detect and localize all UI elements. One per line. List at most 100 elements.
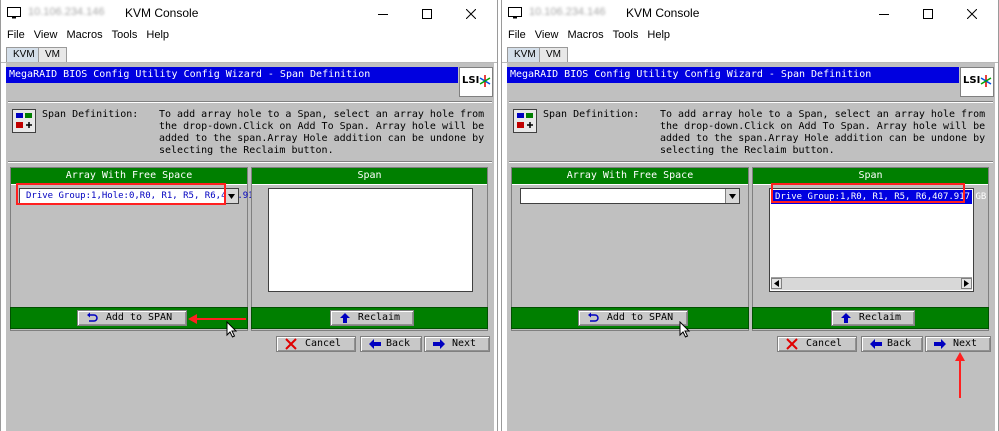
lsi-logo: LSI (459, 67, 493, 97)
reclaim-label: Reclaim (858, 312, 902, 323)
reclaim-button[interactable]: Reclaim (831, 310, 915, 326)
window-title: KVM Console (125, 6, 199, 20)
tab-vm[interactable]: VM (539, 47, 568, 62)
kvm-console-window-right: 10.106.234.146 KVM Console File View Mac… (501, 0, 999, 431)
add-to-span-label: Add to SPAN (105, 312, 173, 323)
next-button[interactable]: Next (424, 336, 490, 352)
menu-tools[interactable]: Tools (607, 27, 639, 41)
cancel-x-icon (285, 338, 297, 350)
menu-macros[interactable]: Macros (61, 27, 103, 41)
close-button[interactable] (952, 0, 992, 27)
close-button[interactable] (451, 0, 491, 27)
span-definition-description: To add array hole to a Span, select an a… (159, 109, 485, 156)
tab-strip: KVM VM (1, 45, 497, 63)
divider (509, 101, 993, 103)
span-listbox[interactable] (268, 188, 473, 292)
close-icon (967, 8, 977, 19)
maximize-button[interactable] (908, 0, 948, 27)
span-list-item[interactable]: Drive Group:1,R0, R1, R5, R6,407.917 GB (771, 190, 986, 204)
array-hole-dropdown[interactable]: Drive Group:1,Hole:0,R0, R1, R5, R6,407.… (19, 188, 254, 204)
span-definition-icon (513, 109, 537, 133)
span-button-bar: Reclaim (752, 307, 989, 329)
minimize-icon (879, 13, 889, 15)
red-arrow-annotation (188, 314, 246, 324)
back-arrow-icon (870, 339, 882, 349)
menu-file[interactable]: File (1, 27, 25, 41)
menu-help[interactable]: Help (641, 27, 670, 41)
mouse-cursor-icon (679, 321, 691, 338)
span-panel-header: Span (753, 168, 988, 185)
reclaim-label: Reclaim (357, 312, 401, 323)
menu-bar: File View Macros Tools Help (502, 27, 998, 45)
span-definition-label: Span Definition: (543, 109, 640, 120)
span-panel-header: Span (252, 168, 487, 185)
divider (8, 161, 492, 163)
red-arrow-annotation (955, 352, 965, 398)
maximize-icon (923, 8, 933, 19)
array-hole-dropdown[interactable] (520, 188, 740, 204)
add-to-span-button[interactable]: Add to SPAN (578, 310, 688, 326)
add-to-span-button[interactable]: Add to SPAN (77, 310, 187, 326)
minimize-button[interactable] (864, 0, 904, 27)
kvm-app-icon (7, 7, 21, 19)
lsi-logo-text: LSI (462, 75, 480, 86)
dropdown-arrow-icon (729, 193, 736, 199)
tab-kvm[interactable]: KVM (6, 47, 42, 62)
dropdown-arrow-button[interactable] (224, 189, 238, 203)
menu-file[interactable]: File (502, 27, 526, 41)
span-definition-icon (12, 109, 36, 133)
cancel-button[interactable]: Cancel (276, 336, 356, 352)
dropdown-arrow-button[interactable] (725, 189, 739, 203)
scroll-left-button[interactable] (771, 278, 782, 289)
tab-strip: KVM VM (502, 45, 998, 63)
maximize-icon (422, 8, 432, 19)
array-button-bar: Add to SPAN (511, 307, 749, 329)
kvm-console-window-left: 10.106.234.146 KVM Console File View Mac… (0, 0, 498, 431)
menu-view[interactable]: View (28, 27, 58, 41)
bios-header-title: MegaRAID BIOS Config Utility Config Wiza… (6, 67, 458, 83)
lsi-logo-text: LSI (963, 75, 981, 86)
horizontal-scrollbar[interactable] (771, 277, 972, 290)
title-bar[interactable]: 10.106.234.146 KVM Console (1, 0, 497, 27)
array-panel-header: Array With Free Space (11, 168, 247, 185)
bios-header-title: MegaRAID BIOS Config Utility Config Wiza… (507, 67, 959, 83)
up-arrow-icon (841, 313, 851, 323)
scroll-right-icon (964, 280, 969, 287)
undo-arrow-icon (87, 312, 98, 322)
up-arrow-icon (340, 313, 350, 323)
menu-tools[interactable]: Tools (106, 27, 138, 41)
cancel-label: Cancel (304, 338, 342, 349)
minimize-button[interactable] (363, 0, 403, 27)
scroll-left-icon (774, 280, 779, 287)
menu-help[interactable]: Help (140, 27, 169, 41)
close-icon (466, 8, 476, 19)
tab-kvm[interactable]: KVM (507, 47, 543, 62)
lsi-logo-mark-icon (980, 75, 992, 87)
array-dropdown-value: Drive Group:1,Hole:0,R0, R1, R5, R6,407.… (26, 191, 254, 201)
cancel-x-icon (786, 338, 798, 350)
lsi-logo-mark-icon (479, 75, 491, 87)
dropdown-arrow-icon (228, 193, 235, 199)
span-listbox[interactable]: Drive Group:1,R0, R1, R5, R6,407.917 GB (769, 188, 986, 292)
menu-bar: File View Macros Tools Help (1, 27, 497, 45)
lsi-logo: LSI (960, 67, 994, 97)
window-title: KVM Console (626, 6, 700, 20)
window-host-address: 10.106.234.146 (529, 6, 606, 18)
back-button[interactable]: Back (360, 336, 422, 352)
window-host-address: 10.106.234.146 (28, 6, 105, 18)
menu-view[interactable]: View (529, 27, 559, 41)
maximize-button[interactable] (407, 0, 447, 27)
divider (8, 101, 492, 103)
next-button[interactable]: Next (925, 336, 991, 352)
tab-vm[interactable]: VM (38, 47, 67, 62)
divider (509, 161, 993, 163)
add-to-span-label: Add to SPAN (606, 312, 674, 323)
cancel-label: Cancel (805, 338, 843, 349)
title-bar[interactable]: 10.106.234.146 KVM Console (502, 0, 998, 27)
cancel-button[interactable]: Cancel (777, 336, 857, 352)
scroll-right-button[interactable] (961, 278, 972, 289)
menu-macros[interactable]: Macros (562, 27, 604, 41)
undo-arrow-icon (588, 312, 599, 322)
reclaim-button[interactable]: Reclaim (330, 310, 414, 326)
back-button[interactable]: Back (861, 336, 923, 352)
